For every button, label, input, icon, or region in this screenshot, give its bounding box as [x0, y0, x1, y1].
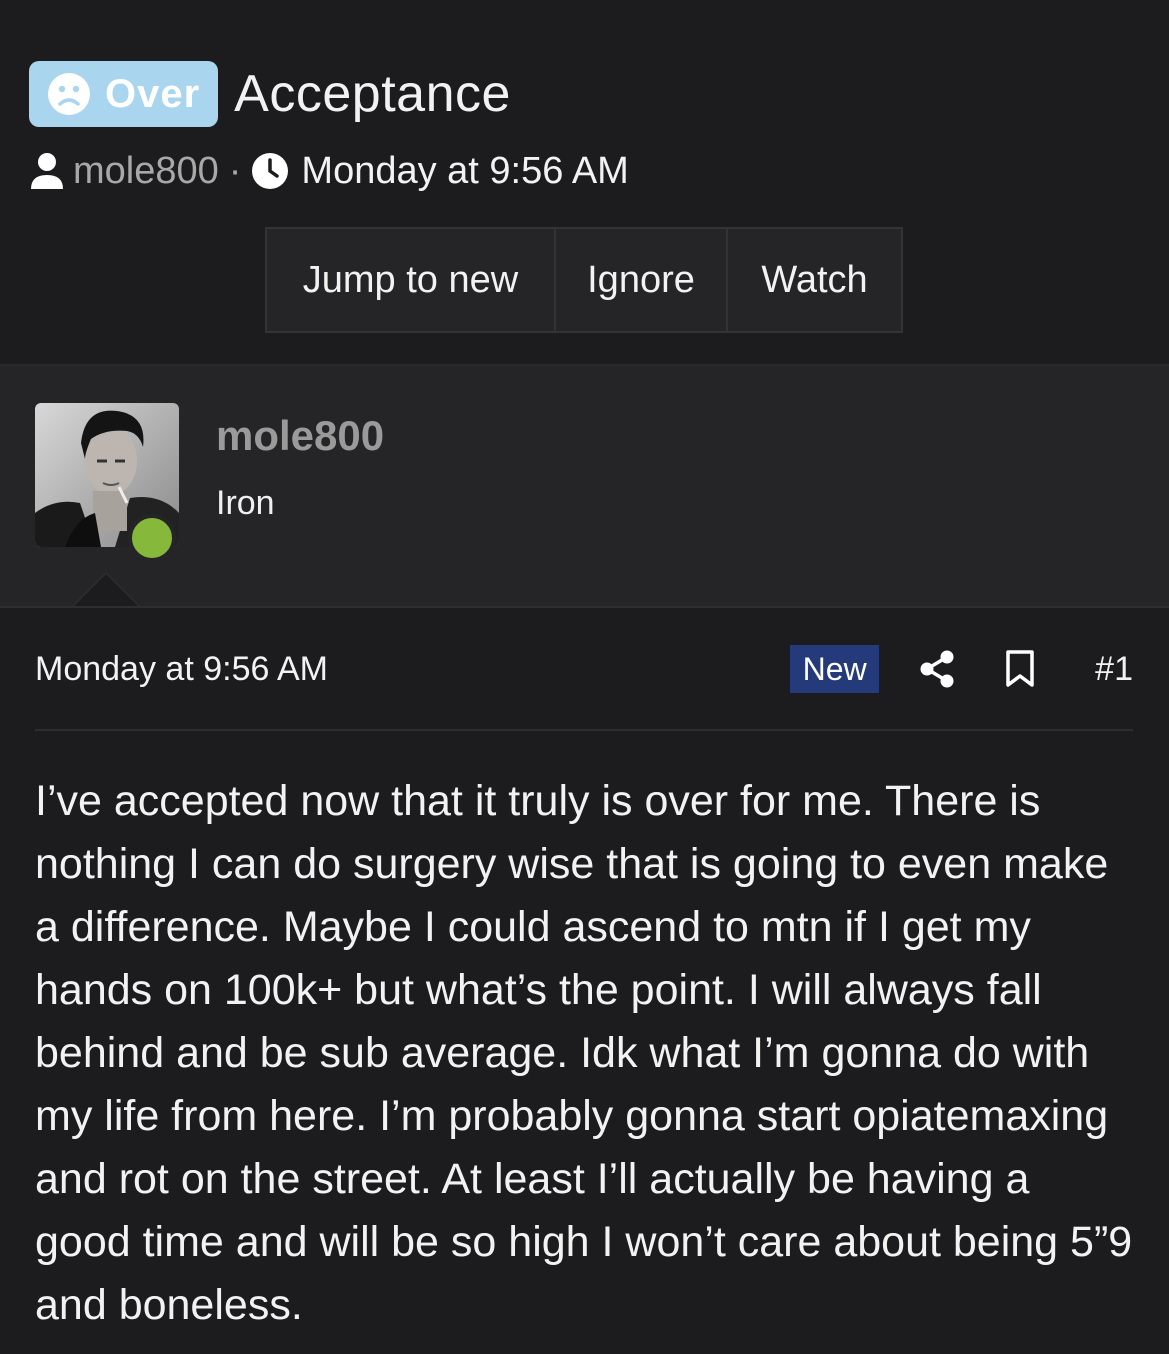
post-author-title: Iron — [216, 484, 275, 522]
watch-button[interactable]: Watch — [728, 229, 901, 331]
ignore-button[interactable]: Ignore — [556, 229, 728, 331]
page-title: Acceptance — [234, 65, 511, 123]
post-author-name[interactable]: mole800 — [216, 412, 384, 460]
post-body-text: I’ve accepted now that it truly is over … — [35, 777, 1133, 1329]
user-block-arrow — [72, 574, 140, 608]
meta-separator: · — [228, 149, 242, 192]
thread-prefix-label: Over — [105, 71, 201, 116]
bookmark-icon[interactable] — [1005, 650, 1035, 688]
user-icon — [31, 153, 63, 189]
thread-header: Over Acceptance mole800 · Monday at 9:56… — [0, 0, 1169, 364]
post-meta-row: Monday at 9:56 AM New #1 — [35, 640, 1133, 698]
divider — [0, 606, 1169, 608]
divider — [35, 729, 1133, 731]
post-actions: New #1 — [790, 645, 1133, 693]
post-number-link[interactable]: #1 — [1095, 650, 1133, 689]
post-user-block: mole800 Iron — [0, 366, 1169, 606]
share-icon[interactable] — [919, 649, 955, 689]
online-status-indicator — [128, 514, 176, 562]
sad-face-icon — [48, 73, 90, 115]
new-badge: New — [790, 645, 880, 693]
post-date-link[interactable]: Monday at 9:56 AM — [35, 650, 328, 689]
thread-prefix-badge[interactable]: Over — [29, 61, 219, 127]
thread-title-row: Over Acceptance — [29, 60, 511, 128]
jump-to-new-button[interactable]: Jump to new — [267, 229, 556, 331]
thread-author-link[interactable]: mole800 — [73, 150, 219, 193]
thread-meta: mole800 · Monday at 9:56 AM — [29, 148, 629, 194]
clock-icon — [252, 153, 289, 189]
thread-action-buttons: Jump to new Ignore Watch — [265, 227, 903, 333]
thread-date-link[interactable]: Monday at 9:56 AM — [301, 150, 628, 193]
